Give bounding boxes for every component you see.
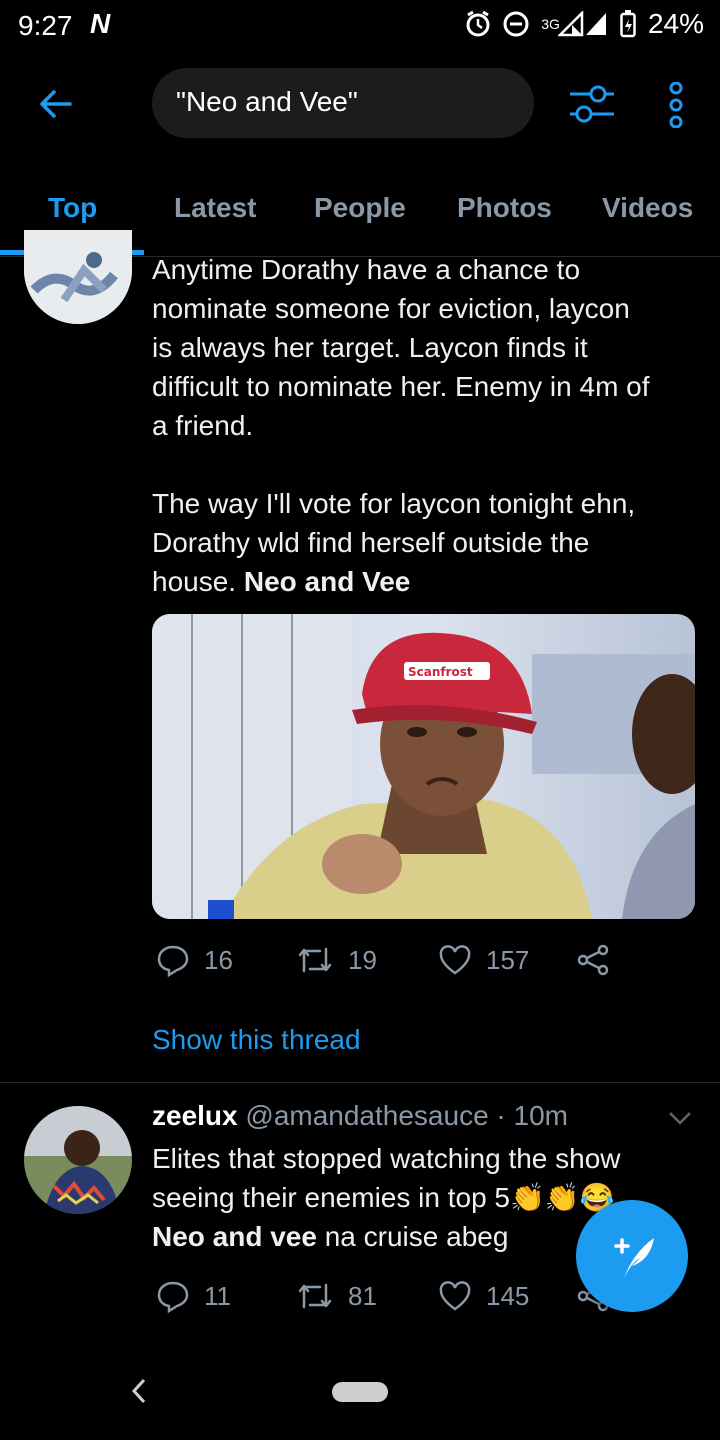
like-count: 157 [486,944,530,975]
tweet-line: Dorathy wld find herself outside the [152,527,590,558]
filter-icon[interactable] [568,82,616,126]
tab-latest[interactable]: Latest [174,192,256,224]
tweet-text-plain: house. [152,566,244,597]
more-vert-icon[interactable] [664,82,688,128]
avatar-image [24,230,132,324]
tweet-line: Anytime Dorathy have a chance to [152,254,581,285]
avatar-image [24,1106,132,1214]
like-icon [439,1281,471,1311]
tweet-body: Elites that stopped watching the show se… [152,1139,621,1256]
tweet-author-line: zeelux @amandathesauce · 10m [152,1100,568,1132]
search-highlight: Neo and Vee [243,566,411,597]
tweet-text-plain: na cruise abeg [316,1221,509,1252]
nav-home-pill[interactable] [332,1382,388,1402]
reply-icon [157,945,189,977]
caret-down-icon[interactable] [668,1110,692,1126]
like-icon [439,945,471,975]
tab-photos[interactable]: Photos [457,192,552,224]
share-button[interactable] [576,944,610,976]
reply-count: 16 [204,944,233,975]
back-arrow-icon[interactable] [36,84,76,124]
battery-percent: 24% [647,8,704,39]
cap-logo-text: Scanfrost [408,665,473,679]
tweet-line: house. Neo and Vee [152,562,650,601]
tab-top[interactable]: Top [48,192,97,224]
alarm-icon [466,10,490,37]
like-button[interactable]: 157 [438,945,529,976]
signal-icon-2 [585,13,606,35]
tweet-actions: 16 19 157 [152,940,632,980]
compose-tweet-button[interactable] [576,1200,688,1312]
reply-button[interactable]: 11 [156,1279,231,1313]
retweet-button[interactable]: 19 [296,945,377,976]
reply-button[interactable]: 16 [156,943,233,977]
tab-people[interactable]: People [314,192,406,224]
search-highlight: Neo and vee [152,1221,317,1252]
retweet-icon [298,1283,332,1309]
tweet-line: a friend. [152,410,254,441]
status-time: 9:27 [18,10,73,41]
tweet-actions: 11 81 145 [152,1276,632,1316]
tweet-line: nominate someone for eviction, laycon [152,293,630,324]
tweet-line: is always her target. Laycon finds it [152,332,588,363]
reply-count: 11 [204,1280,231,1311]
retweet-icon [298,947,332,973]
tweet-divider [0,1082,720,1083]
show-thread-link[interactable]: Show this thread [152,1024,361,1056]
avatar[interactable] [24,230,132,324]
notification-n-icon: N [90,8,111,39]
avatar[interactable] [24,1106,132,1214]
status-icons: 3G 24% [465,8,704,40]
like-count: 145 [486,1280,530,1311]
tweet-line: difficult to nominate her. Enemy in 4m o… [152,371,650,402]
search-input[interactable]: "Neo and Vee" [152,68,534,138]
retweet-count: 81 [348,1280,377,1311]
tweet-time: · 10m [496,1100,568,1131]
author-handle[interactable]: @amandathesauce [245,1100,488,1131]
tweet-line: seeing their enemies in top 5👏👏😂 [152,1182,615,1213]
like-button[interactable]: 145 [438,1281,529,1312]
media-photo: Scanfrost [152,614,695,919]
tweet-line: Neo and vee na cruise abeg [152,1217,621,1256]
battery-icon [620,10,636,38]
retweet-count: 19 [348,944,377,975]
retweet-button[interactable]: 81 [296,1281,377,1312]
compose-icon [614,1238,654,1278]
nav-back-icon[interactable] [128,1376,150,1406]
dnd-icon [503,11,529,37]
tweet-body: Anytime Dorathy have a chance to nominat… [152,250,650,601]
author-name[interactable]: zeelux [152,1100,238,1131]
status-bar: 9:27 N 3G 24% [0,0,720,50]
tweet-line: The way I'll vote for laycon tonight ehn… [152,488,636,519]
signal-icon [557,11,584,37]
share-icon [577,944,609,976]
tweet-media-image[interactable]: Scanfrost [152,614,695,919]
tab-videos[interactable]: Videos [602,192,693,224]
reply-icon [157,1281,189,1313]
tweet-line: Elites that stopped watching the show [152,1143,621,1174]
